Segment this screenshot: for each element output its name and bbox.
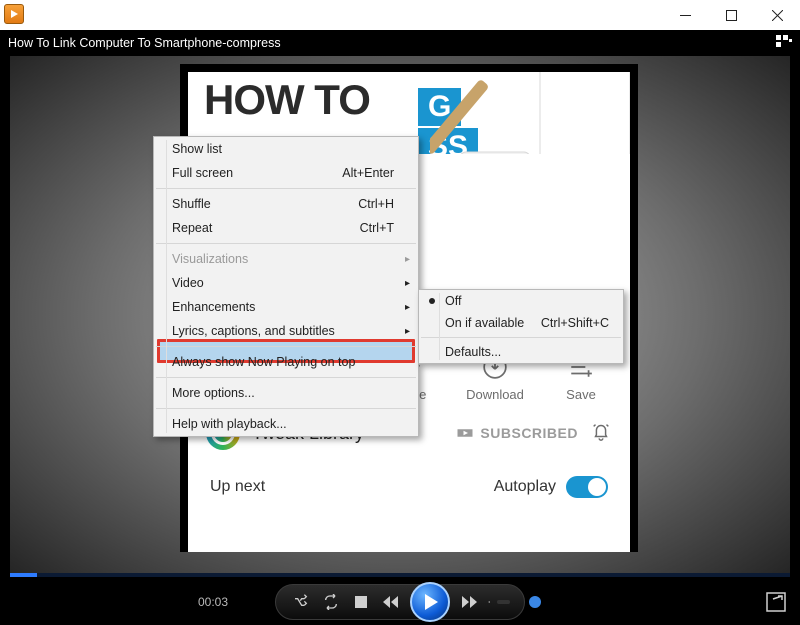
menu-separator [156,243,416,244]
switch-view-icon[interactable] [776,35,792,51]
up-next-row: Up next Autoplay [188,464,630,510]
play-icon [425,594,438,610]
autoplay-label: Autoplay [494,478,556,496]
menu-separator [156,346,416,347]
checked-dot-icon [429,298,435,304]
menu-visualizations: Visualizations▸ [154,247,418,271]
previous-button[interactable] [380,591,402,613]
titlebar [0,0,800,30]
menu-shuffle[interactable]: ShuffleCtrl+H [154,192,418,216]
download-label: Download [459,387,531,402]
menu-help-playback[interactable]: Help with playback... [154,412,418,436]
close-button[interactable] [754,0,800,30]
video-stage: HOW TO G SS Like Dislike Share [0,56,800,625]
control-pill [275,584,525,620]
now-playing-header: How To Link Computer To Smartphone-compr… [0,30,800,56]
submenu-defaults[interactable]: Defaults... [419,341,623,363]
player-controls: 00:03 [0,579,800,625]
menu-video[interactable]: Video▸ [154,271,418,295]
submenu-on-if-available[interactable]: On if availableCtrl+Shift+C [419,312,623,334]
maximize-button[interactable] [708,0,754,30]
app-logo-icon [4,4,24,24]
menu-enhancements[interactable]: Enhancements▸ [154,295,418,319]
hero-text: HOW TO [204,76,370,124]
menu-show-list[interactable]: Show list [154,137,418,161]
menu-repeat[interactable]: RepeatCtrl+T [154,216,418,240]
volume-control[interactable] [488,591,510,613]
menu-separator [156,408,416,409]
volume-icon [488,594,491,610]
play-button[interactable] [410,582,450,622]
stop-button[interactable] [350,591,372,613]
media-title: How To Link Computer To Smartphone-compr… [8,36,281,50]
seek-fill [10,573,37,577]
hero-decoration-icon [430,72,630,154]
save-label: Save [545,387,617,402]
volume-slider[interactable] [497,600,510,604]
bell-icon[interactable] [590,420,612,447]
seek-bar[interactable] [10,573,790,577]
fullscreen-button[interactable] [766,592,786,612]
menu-full-screen[interactable]: Full screenAlt+Enter [154,161,418,185]
up-next-label: Up next [210,478,265,496]
menu-lyrics-captions-subtitles[interactable]: Lyrics, captions, and subtitles▸ [154,319,418,343]
subscribed-badge[interactable]: SUBSCRIBED [456,424,578,442]
next-button[interactable] [458,591,480,613]
volume-thumb[interactable] [529,596,541,608]
minimize-button[interactable] [662,0,708,30]
autoplay-toggle[interactable] [566,476,608,498]
elapsed-time: 00:03 [198,595,228,609]
menu-separator [156,188,416,189]
menu-separator [421,337,621,338]
context-menu: Show list Full screenAlt+Enter ShuffleCt… [153,136,419,437]
menu-always-on-top[interactable]: Always show Now Playing on top [154,350,418,374]
shuffle-button[interactable] [290,591,312,613]
repeat-button[interactable] [320,591,342,613]
menu-more-options[interactable]: More options... [154,381,418,405]
lyrics-submenu: Off On if availableCtrl+Shift+C Defaults… [418,289,624,364]
menu-separator [156,377,416,378]
submenu-off[interactable]: Off [419,290,623,312]
